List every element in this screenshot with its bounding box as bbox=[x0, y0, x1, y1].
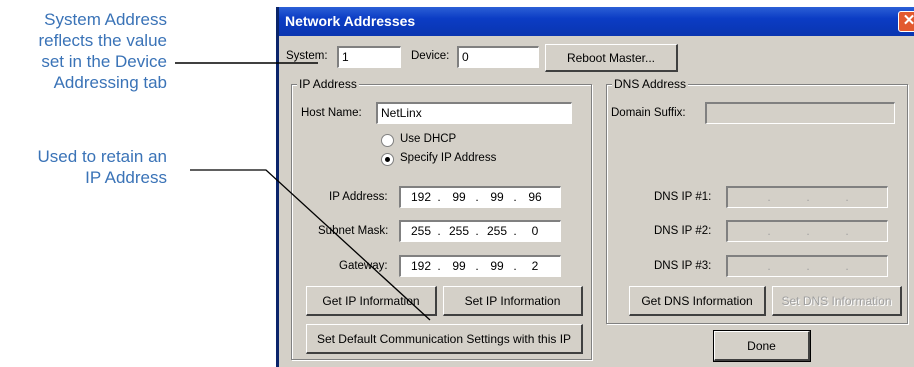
octet-separator: . bbox=[513, 224, 517, 238]
octet-separator: . bbox=[437, 190, 441, 204]
done-button[interactable]: Done bbox=[713, 330, 811, 362]
octet-separator: . bbox=[475, 259, 479, 273]
network-addresses-dialog: Network Addresses ✕ System: 1 Device: 0 … bbox=[276, 7, 914, 367]
ip-octet: 192 bbox=[410, 259, 432, 273]
dns-ip-3-field[interactable]: . . . bbox=[726, 255, 888, 277]
get-dns-information-button[interactable]: Get DNS Information bbox=[629, 286, 766, 316]
octet-separator: . bbox=[475, 190, 479, 204]
host-name-field[interactable]: NetLinx bbox=[376, 102, 572, 124]
close-icon[interactable]: ✕ bbox=[898, 11, 914, 32]
octet-separator: . bbox=[513, 190, 517, 204]
ip-octet: 96 bbox=[528, 190, 542, 204]
octet-separator: . bbox=[767, 190, 771, 204]
dns-address-group-title: DNS Address bbox=[612, 77, 689, 91]
ip-address-group-title: IP Address bbox=[297, 77, 359, 91]
dns-ip-2-field[interactable]: . . . bbox=[726, 220, 888, 242]
ip-octet: 255 bbox=[448, 224, 470, 238]
octet-separator: . bbox=[806, 259, 810, 273]
callout-system-address: System Address reflects the value set in… bbox=[38, 9, 167, 93]
callout-line: reflects the value bbox=[38, 31, 167, 50]
octet-separator: . bbox=[806, 190, 810, 204]
callout-line: Used to retain an bbox=[37, 147, 167, 166]
ip-octet: 99 bbox=[490, 190, 504, 204]
callout-line: IP Address bbox=[85, 168, 167, 187]
callout-line: System Address bbox=[44, 10, 167, 29]
use-dhcp-label[interactable]: Use DHCP bbox=[400, 133, 456, 145]
ip-octet: 99 bbox=[452, 259, 466, 273]
device-field[interactable]: 0 bbox=[457, 46, 539, 68]
ip-octet: 255 bbox=[410, 224, 432, 238]
callout-line: set in the Device bbox=[41, 52, 167, 71]
octet-separator: . bbox=[437, 224, 441, 238]
octet-separator: . bbox=[513, 259, 517, 273]
callout-line: Addressing tab bbox=[53, 73, 167, 92]
dns-ip-2-label: DNS IP #2: bbox=[654, 225, 712, 237]
ip-octet: 0 bbox=[531, 224, 539, 238]
dns-ip-1-field[interactable]: . . . bbox=[726, 186, 888, 208]
ip-address-field[interactable]: 192 . 99 . 99 . 96 bbox=[399, 186, 561, 208]
gateway-field[interactable]: 192 . 99 . 99 . 2 bbox=[399, 255, 561, 277]
octet-separator: . bbox=[475, 224, 479, 238]
device-label: Device: bbox=[411, 50, 450, 62]
ip-octet: 2 bbox=[531, 259, 539, 273]
domain-suffix-field[interactable] bbox=[705, 102, 895, 124]
get-ip-information-button[interactable]: Get IP Information bbox=[306, 286, 437, 316]
system-field[interactable]: 1 bbox=[337, 46, 401, 68]
octet-separator: . bbox=[437, 259, 441, 273]
ip-octet: 255 bbox=[486, 224, 508, 238]
dialog-titlebar[interactable]: Network Addresses ✕ bbox=[279, 7, 914, 36]
gateway-label: Gateway: bbox=[339, 260, 388, 272]
octet-separator: . bbox=[767, 224, 771, 238]
dialog-title: Network Addresses bbox=[285, 13, 416, 29]
dns-ip-1-label: DNS IP #1: bbox=[654, 191, 712, 203]
octet-separator: . bbox=[845, 190, 849, 204]
ip-octet: 99 bbox=[452, 190, 466, 204]
reboot-master-button[interactable]: Reboot Master... bbox=[545, 44, 678, 72]
ip-octet: 99 bbox=[490, 259, 504, 273]
octet-separator: . bbox=[845, 224, 849, 238]
octet-separator: . bbox=[806, 224, 810, 238]
ip-octet: 192 bbox=[410, 190, 432, 204]
subnet-mask-field[interactable]: 255 . 255 . 255 . 0 bbox=[399, 220, 561, 242]
use-dhcp-radio[interactable] bbox=[381, 134, 394, 147]
dns-ip-3-label: DNS IP #3: bbox=[654, 260, 712, 272]
specify-ip-label[interactable]: Specify IP Address bbox=[400, 152, 496, 164]
set-default-communication-button[interactable]: Set Default Communication Settings with … bbox=[306, 324, 583, 354]
subnet-mask-label: Subnet Mask: bbox=[318, 225, 389, 237]
ip-address-label: IP Address: bbox=[329, 191, 388, 203]
set-dns-information-button[interactable]: Set DNS Information bbox=[772, 286, 902, 316]
system-label: System: bbox=[286, 50, 328, 62]
host-name-label: Host Name: bbox=[301, 107, 362, 119]
domain-suffix-label: Domain Suffix: bbox=[611, 107, 686, 119]
callout-retain-ip: Used to retain an IP Address bbox=[38, 146, 167, 188]
specify-ip-radio[interactable] bbox=[381, 153, 394, 166]
octet-separator: . bbox=[845, 259, 849, 273]
octet-separator: . bbox=[767, 259, 771, 273]
set-ip-information-button[interactable]: Set IP Information bbox=[443, 286, 583, 316]
